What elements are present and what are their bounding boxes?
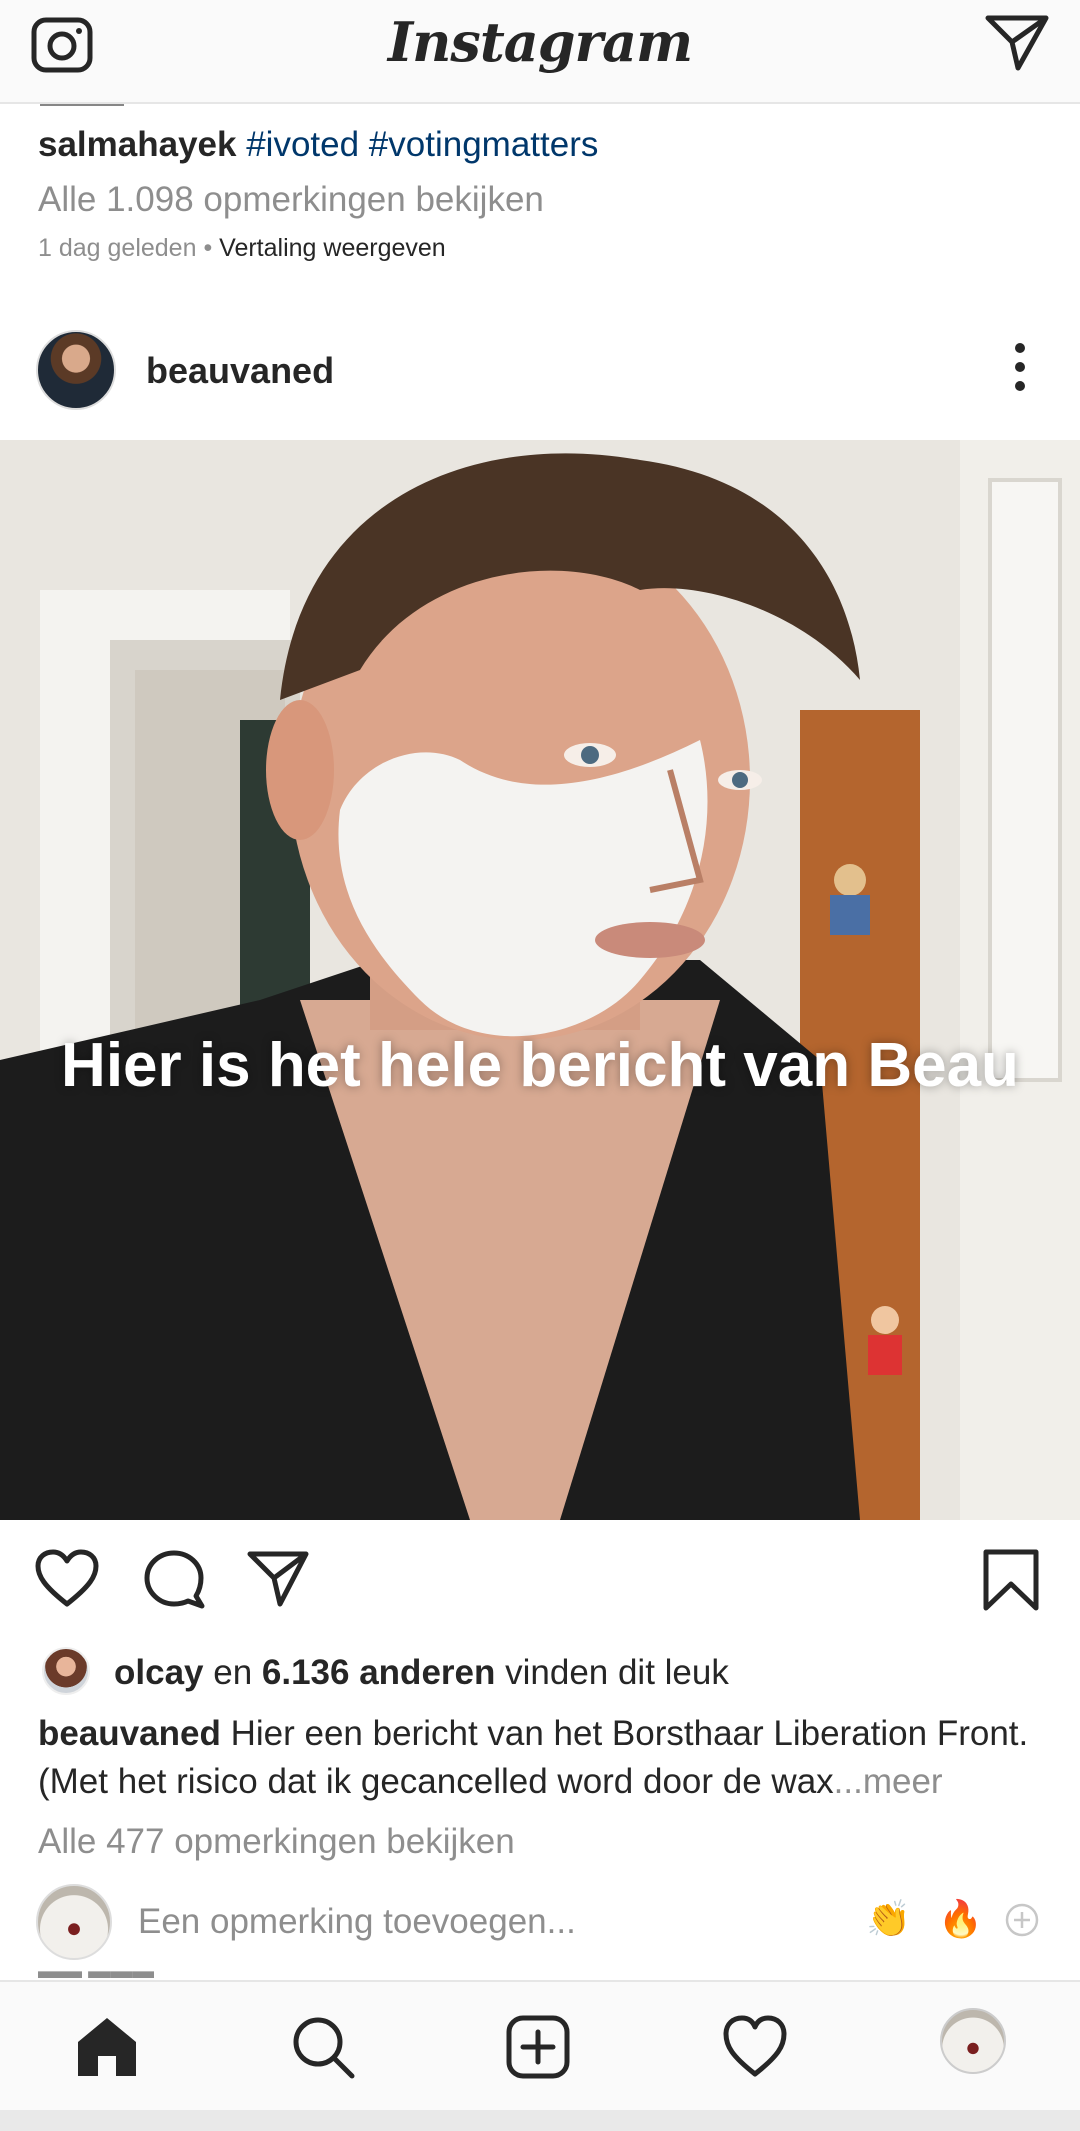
likes-text: olcay en 6.136 anderen vinden dit leuk [114, 1653, 729, 1693]
bookmark-icon[interactable] [982, 1548, 1040, 1612]
post-author-username[interactable]: beauvaned [146, 350, 334, 392]
likes-join: en [213, 1653, 253, 1692]
previous-post-time: 1 dag geleden [38, 234, 197, 262]
home-icon[interactable] [72, 2012, 142, 2082]
photo-overlay-text: Hier is het hele bericht van Beau [61, 1031, 1019, 1100]
clipped-post-time: ▬▬ ▬▬▬ [38, 1968, 154, 1978]
previous-post-meta: 1 dag geleden • Vertaling weergeven [38, 234, 1048, 263]
caption-more-link[interactable]: ...meer [834, 1762, 943, 1801]
post-author-avatar[interactable] [36, 330, 116, 410]
paper-plane-icon[interactable] [984, 12, 1050, 72]
share-icon[interactable] [246, 1548, 310, 1608]
comment-input[interactable]: Een opmerking toevoegen... [138, 1902, 576, 1942]
caption-username[interactable]: beauvaned [38, 1714, 221, 1753]
likes-summary[interactable]: olcay en 6.136 anderen vinden dit leuk [38, 1645, 1048, 1701]
post-action-bar [0, 1520, 1080, 1640]
view-all-comments-link[interactable]: Alle 477 opmerkingen bekijken [38, 1822, 515, 1862]
previous-post-footer: salmahayek #ivoted #votingmatters Alle 1… [38, 122, 1048, 263]
heart-icon[interactable] [34, 1548, 100, 1610]
meta-separator: • [203, 234, 213, 262]
instagram-logo[interactable]: Instagram [0, 10, 1080, 74]
likes-others-count[interactable]: 6.136 anderen [262, 1653, 495, 1692]
liker-avatar[interactable] [42, 1647, 90, 1695]
more-vertical-icon[interactable] [1014, 342, 1026, 392]
bottom-nav [0, 1980, 1080, 2110]
comment-input-row: Een opmerking toevoegen... 👏 🔥 [0, 1880, 1080, 1966]
activity-heart-icon[interactable] [720, 2012, 790, 2082]
previous-post-username[interactable]: salmahayek [38, 125, 236, 164]
comment-icon[interactable] [142, 1548, 206, 1610]
system-bar [0, 2110, 1080, 2131]
previous-post-hashtags[interactable]: #ivoted #votingmatters [246, 125, 598, 164]
previous-post-caption: salmahayek #ivoted #votingmatters [38, 122, 1048, 168]
likes-suffix: vinden dit leuk [505, 1653, 729, 1692]
fire-emoji-button[interactable]: 🔥 [938, 1898, 983, 1940]
current-user-avatar [36, 1884, 112, 1960]
translate-link[interactable]: Vertaling weergeven [219, 234, 446, 262]
post-header: beauvaned [0, 330, 1080, 440]
add-post-icon[interactable] [503, 2012, 573, 2082]
search-icon[interactable] [288, 2012, 358, 2082]
clap-emoji-button[interactable]: 👏 [866, 1898, 911, 1940]
top-bar: Instagram [0, 0, 1080, 104]
liker-username[interactable]: olcay [114, 1653, 204, 1692]
post-photo[interactable]: Hier is het hele bericht van Beau [0, 440, 1080, 1520]
photo-illustration [0, 440, 1080, 1520]
profile-avatar[interactable] [940, 2008, 1006, 2074]
post-caption: beauvaned Hier een bericht van het Borst… [38, 1710, 1058, 1806]
view-all-comments-link[interactable]: Alle 1.098 opmerkingen bekijken [38, 180, 1048, 220]
add-emoji-icon[interactable] [1004, 1902, 1040, 1938]
